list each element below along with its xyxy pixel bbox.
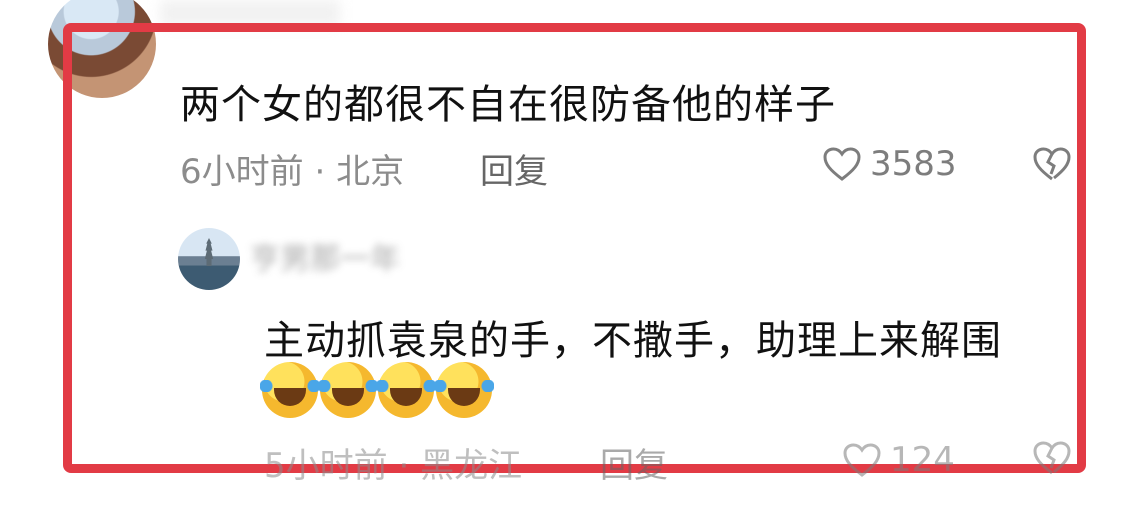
- reply-text: 主动抓袁泉的手，不撒手，助理上来解围: [264, 318, 1002, 364]
- reply-avatar[interactable]: [178, 228, 240, 290]
- broken-heart-icon: [1032, 440, 1072, 476]
- comment-reply-button[interactable]: 回复: [480, 144, 548, 193]
- heart-icon: [842, 442, 882, 478]
- reply-like-button[interactable]: 124: [842, 440, 955, 480]
- comment-meta: 6小时前 · 北京: [180, 144, 404, 193]
- reply-reply-button[interactable]: 回复: [600, 438, 668, 487]
- laughing-crying-emoji: [260, 362, 320, 418]
- comment-time: 6小时前: [180, 152, 304, 192]
- meta-separator: ·: [398, 446, 410, 486]
- comment-like-button[interactable]: 3583: [822, 144, 957, 184]
- comment-location: 北京: [336, 152, 405, 192]
- heart-icon: [822, 146, 862, 182]
- reply-location: 黑龙江: [420, 446, 523, 486]
- comment-dislike-button[interactable]: [1032, 146, 1072, 182]
- broken-heart-icon: [1032, 146, 1072, 182]
- laughing-crying-emoji: [318, 362, 378, 418]
- emoji-row: [260, 362, 494, 418]
- laughing-crying-emoji: [434, 362, 494, 418]
- comment-text: 两个女的都很不自在很防备他的样子: [180, 82, 836, 128]
- pagoda-image: [204, 238, 214, 266]
- reply-like-count: 124: [890, 440, 955, 480]
- reply-meta: 5小时前 · 黑龙江: [264, 438, 522, 487]
- laughing-crying-emoji: [376, 362, 436, 418]
- reply-time: 5小时前: [264, 446, 388, 486]
- meta-separator: ·: [314, 152, 326, 192]
- reply-username[interactable]: 亨男那一年: [250, 234, 455, 277]
- comment-like-count: 3583: [870, 144, 957, 184]
- reply-dislike-button[interactable]: [1032, 440, 1072, 476]
